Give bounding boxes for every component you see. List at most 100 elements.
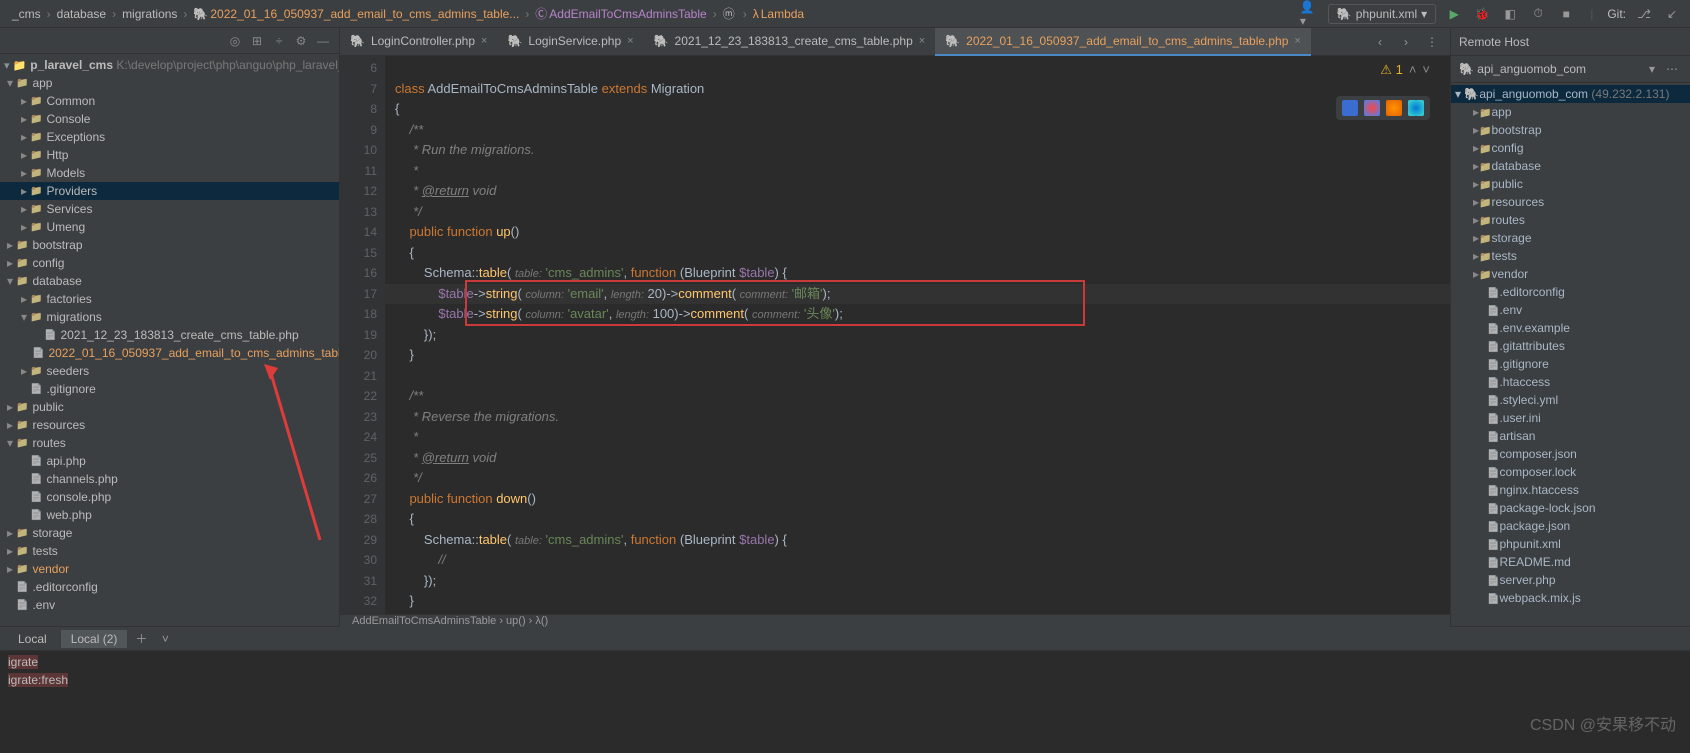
run-config-dropdown[interactable]: 🐘phpunit.xml▾ [1328,4,1436,24]
remote-file[interactable]: server.php [1451,571,1690,589]
chevron-up-icon[interactable]: ˄ [1409,60,1417,81]
tree-folder[interactable]: ▸tests [0,542,339,560]
tree-file[interactable]: api.php [0,452,339,470]
tree-folder[interactable]: ▾migrations [0,308,339,326]
add-terminal-icon[interactable]: ＋ [131,629,151,649]
firefox-icon[interactable] [1386,100,1402,116]
tree-folder[interactable]: ▸Services [0,200,339,218]
git-pull-icon[interactable]: ↙ [1662,4,1682,24]
debug-icon[interactable]: 🐞 [1472,4,1492,24]
terminal-tab[interactable]: Local (2) [61,630,128,648]
remote-file[interactable]: webpack.mix.js [1451,589,1690,607]
breadcrumb-item[interactable]: λLambda [749,5,808,23]
tree-file[interactable]: web.php [0,506,339,524]
breadcrumb-item[interactable]: 🐘2022_01_16_050937_add_email_to_cms_admi… [189,5,523,23]
remote-folder[interactable]: ▸ routes [1451,211,1690,229]
tree-file[interactable]: .editorconfig [0,578,339,596]
user-icon[interactable]: 👤▾ [1300,4,1320,24]
select-opened-icon[interactable]: ◎ [227,33,243,49]
chrome-icon[interactable] [1364,100,1380,116]
breadcrumb-item[interactable]: database [53,5,110,23]
tree-folder[interactable]: ▸Models [0,164,339,182]
remote-file[interactable]: .env [1451,301,1690,319]
tree-folder[interactable]: ▸vendor [0,560,339,578]
remote-folder[interactable]: ▸ app [1451,103,1690,121]
tree-folder[interactable]: ▸config [0,254,339,272]
gutter[interactable]: 6789101112131415161718192021222324252627… [340,56,385,614]
remote-file[interactable]: .env.example [1451,319,1690,337]
run-icon[interactable]: ▶ [1444,4,1464,24]
remote-file[interactable]: .editorconfig [1451,283,1690,301]
remote-file[interactable]: composer.json [1451,445,1690,463]
tree-folder[interactable]: ▸Providers [0,182,339,200]
chevron-down-icon[interactable]: ˅ [1422,60,1430,81]
code-editor[interactable]: ⚠ 1 ˄ ˅ class AddEmailToCmsAdminsTable e… [385,56,1450,614]
tab[interactable]: 🐘2022_01_16_050937_add_email_to_cms_admi… [935,28,1311,56]
stop-icon[interactable]: ■ [1556,4,1576,24]
remote-file[interactable]: .styleci.yml [1451,391,1690,409]
settings-icon[interactable]: ⚙ [293,33,309,49]
remote-root[interactable]: ▾ 🐘 api_anguomob_com (49.232.2.131) [1451,85,1690,103]
editor-breadcrumb[interactable]: AddEmailToCmsAdminsTable › up() › λ() [340,614,1450,627]
close-icon[interactable]: × [1294,35,1300,47]
coverage-icon[interactable]: ◧ [1500,4,1520,24]
expand-icon[interactable]: ⊞ [249,33,265,49]
remote-file[interactable]: .gitignore [1451,355,1690,373]
tree-folder[interactable]: ▸public [0,398,339,416]
remote-folder[interactable]: ▸ bootstrap [1451,121,1690,139]
remote-file[interactable]: .user.ini [1451,409,1690,427]
remote-folder[interactable]: ▸ public [1451,175,1690,193]
remote-file[interactable]: package.json [1451,517,1690,535]
profile-icon[interactable]: ⏱ [1528,4,1548,24]
tree-file[interactable]: .env [0,596,339,614]
remote-file[interactable]: .gitattributes [1451,337,1690,355]
terminal-tab[interactable]: Local [8,630,57,648]
tree-folder[interactable]: ▸storage [0,524,339,542]
tree-file[interactable]: 2021_12_23_183813_create_cms_table.php [0,326,339,344]
breadcrumb-item[interactable]: ⓜ [719,3,741,24]
remote-folder[interactable]: ▸ vendor [1451,265,1690,283]
breadcrumb-item[interactable]: ⒸAddEmailToCmsAdminsTable [531,3,710,24]
remote-more-icon[interactable]: ⋯ [1662,59,1682,79]
tree-folder[interactable]: ▸Umeng [0,218,339,236]
tab-list-icon[interactable]: ⋮ [1422,32,1442,52]
remote-file[interactable]: package-lock.json [1451,499,1690,517]
remote-folder[interactable]: ▸ storage [1451,229,1690,247]
collapse-icon[interactable]: ÷ [271,33,287,49]
terminal-dropdown-icon[interactable]: ˅ [155,629,175,649]
tree-file[interactable]: .gitignore [0,380,339,398]
git-branch-icon[interactable]: ⎇ [1634,4,1654,24]
remote-file[interactable]: artisan [1451,427,1690,445]
tree-folder[interactable]: ▾database [0,272,339,290]
tree-folder[interactable]: ▸resources [0,416,339,434]
tree-folder[interactable]: ▸bootstrap [0,236,339,254]
close-icon[interactable]: × [919,35,925,47]
breadcrumb-item[interactable]: migrations [118,5,181,23]
remote-folder[interactable]: ▸ config [1451,139,1690,157]
remote-dropdown-icon[interactable]: ▾ [1642,59,1662,79]
ps-icon[interactable] [1342,100,1358,116]
tree-folder[interactable]: ▸Exceptions [0,128,339,146]
tree-folder[interactable]: ▸Http [0,146,339,164]
inspection-widget[interactable]: ⚠ 1 ˄ ˅ [1380,60,1430,81]
close-icon[interactable]: × [481,35,487,47]
tree-folder[interactable]: ▾app [0,74,339,92]
remote-file[interactable]: nginx.htaccess [1451,481,1690,499]
edge-icon[interactable] [1408,100,1424,116]
hide-icon[interactable]: — [315,33,331,49]
remote-folder[interactable]: ▸ resources [1451,193,1690,211]
remote-file[interactable]: composer.lock [1451,463,1690,481]
remote-folder[interactable]: ▸ database [1451,157,1690,175]
tree-file[interactable]: 2022_01_16_050937_add_email_to_cms_admin… [0,344,339,362]
tree-folder[interactable]: ▸Common [0,92,339,110]
breadcrumb-item[interactable]: _cms [8,5,45,23]
tree-folder[interactable]: ▸Console [0,110,339,128]
tree-root[interactable]: ▾ 📁 p_laravel_cms K:\develop\project\php… [0,56,339,74]
next-tab-icon[interactable]: › [1396,32,1416,52]
remote-file[interactable]: README.md [1451,553,1690,571]
tab[interactable]: 🐘2021_12_23_183813_create_cms_table.php× [644,28,936,56]
close-icon[interactable]: × [627,35,633,47]
prev-tab-icon[interactable]: ‹ [1370,32,1390,52]
tab[interactable]: 🐘LoginController.php× [340,28,497,56]
remote-file[interactable]: phpunit.xml [1451,535,1690,553]
